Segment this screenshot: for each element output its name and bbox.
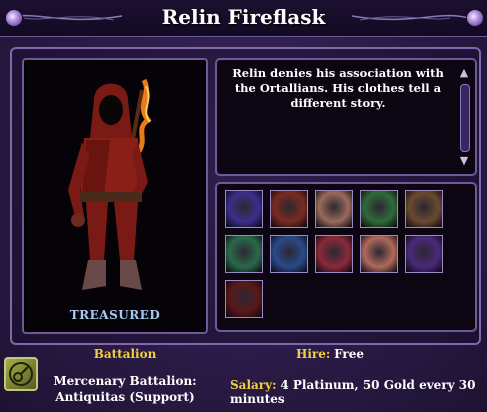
hire-info: Hire: Free — [296, 347, 364, 361]
hire-label: Hire: — [296, 347, 331, 361]
battalion-line-2: Antiquitas (Support) — [55, 390, 195, 404]
description-text: Relin denies his association with the Or… — [232, 66, 444, 110]
hire-value: Free — [334, 347, 365, 361]
powers-panel — [215, 182, 477, 332]
screaming-face-power-icon[interactable] — [360, 235, 398, 273]
battalion-heading: Battalion — [93, 347, 157, 361]
scroll-track[interactable] — [460, 84, 470, 152]
description-scrollbar[interactable]: ▲ ▼ — [457, 66, 471, 168]
character-portrait: TREASURED — [22, 58, 208, 334]
battalion-value: Mercenary Battalion: Antiquitas (Support… — [40, 373, 210, 405]
hand-shield-power-icon[interactable] — [270, 190, 308, 228]
closed-eyes-face-power-icon[interactable] — [315, 190, 353, 228]
purple-figure-power-icon[interactable] — [225, 190, 263, 228]
hooded-mercenary-figure — [68, 78, 152, 290]
green-swirl-power-icon[interactable] — [225, 235, 263, 273]
purple-lightning-power-icon[interactable] — [405, 235, 443, 273]
battalion-line-1: Mercenary Battalion: — [53, 374, 197, 388]
salary-info: Salary: 4 Platinum, 50 Gold every 30 min… — [230, 378, 487, 406]
blue-figure-aura-power-icon[interactable] — [270, 235, 308, 273]
rarity-label: TREASURED — [69, 308, 161, 322]
battalion-emblem-icon[interactable] — [4, 357, 38, 391]
blue-hand-spark-power-icon[interactable] — [315, 235, 353, 273]
bone-green-power-icon[interactable] — [360, 190, 398, 228]
title-bar: Relin Fireflask — [0, 0, 487, 37]
glowing-head-power-icon[interactable] — [225, 280, 263, 318]
description-panel: Relin denies his association with the Or… — [215, 58, 477, 176]
gem-ornament-right — [466, 9, 484, 27]
mercenary-window: Relin Fireflask TREASURED Relin denies h… — [0, 0, 487, 412]
scroll-down-arrow-icon[interactable]: ▼ — [457, 154, 471, 168]
scroll-up-arrow-icon[interactable]: ▲ — [457, 66, 471, 80]
thrown-bone-power-icon[interactable] — [405, 190, 443, 228]
right-scroll-ornament — [351, 14, 469, 21]
salary-label: Salary: — [230, 378, 277, 392]
